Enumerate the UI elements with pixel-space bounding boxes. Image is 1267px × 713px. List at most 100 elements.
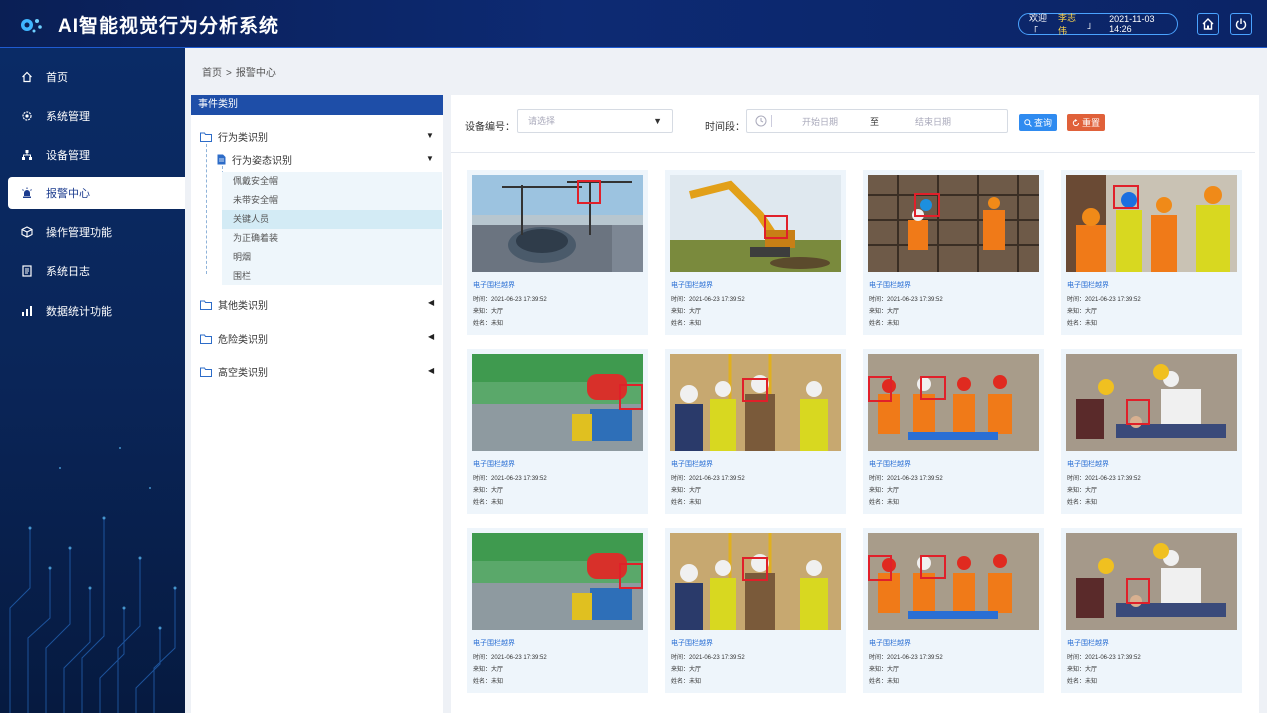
alarm-person: 姓名：未知 xyxy=(473,500,504,506)
alarm-source: 来知：大厅 xyxy=(1067,667,1098,673)
alarm-snapshot-first-aid[interactable] xyxy=(1066,533,1237,630)
alarm-card[interactable]: 电子围栏越界 时间：2021-06-23 17:39:52 来知：大厅 姓名：未… xyxy=(467,170,648,335)
alarm-person: 姓名：未知 xyxy=(473,679,504,685)
alarm-card[interactable]: 电子围栏越界 时间：2021-06-23 17:39:52 来知：大厅 姓名：未… xyxy=(863,170,1044,335)
caret-left-icon[interactable]: ◀ xyxy=(428,332,434,341)
tree-group-label: 行为类识别 xyxy=(218,133,268,144)
alarm-snapshot-mist-cannon[interactable] xyxy=(472,354,643,451)
welcome-prefix: 欢迎「 xyxy=(1029,13,1048,36)
device-label: 设备编号： xyxy=(465,122,515,133)
alarm-card[interactable]: 电子围栏越界 时间：2021-06-23 17:39:52 来知：大厅 姓名：未… xyxy=(1061,528,1242,693)
alarm-snapshot-stretcher-drill[interactable] xyxy=(868,533,1039,630)
nav-label: 设备管理 xyxy=(46,150,90,162)
alarm-title: 电子围栏越界 xyxy=(1067,282,1109,289)
alarm-title: 电子围栏越界 xyxy=(473,640,515,647)
alarm-time: 时间：2021-06-23 17:39:52 xyxy=(1067,476,1141,482)
folder-icon xyxy=(200,334,212,344)
alarm-source: 来知：大厅 xyxy=(1067,309,1098,315)
tree-group-label: 危险类识别 xyxy=(218,335,268,346)
user-name[interactable]: 李志伟 xyxy=(1058,11,1084,37)
alarm-snapshot-first-aid[interactable] xyxy=(1066,354,1237,451)
caret-left-icon[interactable]: ◀ xyxy=(428,366,434,375)
alarm-title: 电子围栏越界 xyxy=(473,282,515,289)
home-button[interactable] xyxy=(1197,13,1219,35)
alarm-source: 来知：大厅 xyxy=(473,488,504,494)
search-icon xyxy=(1024,118,1032,127)
refresh-icon xyxy=(1072,118,1079,126)
alarm-card[interactable]: 电子围栏越界 时间：2021-06-23 17:39:52 来知：大厅 姓名：未… xyxy=(1061,170,1242,335)
alarm-time: 时间：2021-06-23 17:39:52 xyxy=(473,476,547,482)
alarm-time: 时间：2021-06-23 17:39:52 xyxy=(473,655,547,661)
start-date-input[interactable]: 开始日期 xyxy=(802,115,838,128)
divider xyxy=(771,115,772,127)
tree-group-behavior[interactable]: 行为类识别 xyxy=(200,129,268,144)
tree-leaf[interactable]: 明烟 xyxy=(222,248,442,267)
folder-icon xyxy=(200,300,212,310)
tree-group-label: 其他类识别 xyxy=(218,301,268,312)
breadcrumb-home[interactable]: 首页 xyxy=(202,68,222,79)
clock-icon xyxy=(755,115,767,127)
sidebar: 首页 系统管理 设备管理 报警中心 操作管理功能 系统日志 数据统计功能 xyxy=(0,48,185,713)
alarm-title: 电子围栏越界 xyxy=(671,461,713,468)
logout-button[interactable] xyxy=(1230,13,1252,35)
alarm-card[interactable]: 电子围栏越界 时间：2021-06-23 17:39:52 来知：大厅 姓名：未… xyxy=(665,528,846,693)
caret-down-icon[interactable]: ▼ xyxy=(426,154,434,163)
device-select[interactable]: 请选择 ▼ xyxy=(517,109,673,133)
nav-item-alarm-center[interactable]: 报警中心 xyxy=(8,177,185,209)
end-date-input[interactable]: 结束日期 xyxy=(915,115,951,128)
nav-item-statistics[interactable]: 数据统计功能 xyxy=(8,295,185,327)
range-separator: 至 xyxy=(870,116,880,127)
alarm-card[interactable]: 电子围栏越界 时间：2021-06-23 17:39:52 来知：大厅 姓名：未… xyxy=(467,528,648,693)
nav-item-operation-management[interactable]: 操作管理功能 xyxy=(8,216,185,248)
cube-icon xyxy=(20,225,34,239)
alarm-person: 姓名：未知 xyxy=(869,321,900,327)
tree-leaf[interactable]: 未带安全帽 xyxy=(222,191,442,210)
folder-icon xyxy=(200,367,212,377)
alarm-snapshot-stretcher-drill[interactable] xyxy=(868,354,1039,451)
alarm-snapshot-construction-crane[interactable] xyxy=(472,175,643,272)
alarm-snapshot-site-inspection[interactable] xyxy=(670,354,841,451)
reset-button[interactable]: 重置 xyxy=(1067,114,1106,131)
tree-subgroup-posture[interactable]: 行为姿态识别 xyxy=(217,152,292,167)
tree-group-other[interactable]: 其他类识别 xyxy=(200,297,268,312)
alarm-card[interactable]: 电子围栏越界 时间：2021-06-23 17:39:52 来知：大厅 姓名：未… xyxy=(665,170,846,335)
alarm-source: 来知：大厅 xyxy=(869,667,900,673)
alarm-title: 电子围栏越界 xyxy=(671,282,713,289)
tree-leaf[interactable]: 围栏 xyxy=(222,267,442,286)
alarm-card[interactable]: 电子围栏越界 时间：2021-06-23 17:39:52 来知：大厅 姓名：未… xyxy=(467,349,648,514)
tree-leaf-selected[interactable]: 关键人员 xyxy=(222,210,442,229)
alarm-card[interactable]: 电子围栏越界 时间：2021-06-23 17:39:52 来知：大厅 姓名：未… xyxy=(665,349,846,514)
alarm-snapshot-site-inspection[interactable] xyxy=(670,533,841,630)
date-range-picker[interactable]: 开始日期 至 结束日期 xyxy=(746,109,1008,133)
detection-box xyxy=(742,557,768,581)
alarm-source: 来知：大厅 xyxy=(473,309,504,315)
detection-box xyxy=(577,180,601,204)
alarm-card[interactable]: 电子围栏越界 时间：2021-06-23 17:39:52 来知：大厅 姓名：未… xyxy=(1061,349,1242,514)
alarm-icon xyxy=(20,186,34,200)
alarm-snapshot-excavator[interactable] xyxy=(670,175,841,272)
folder-icon xyxy=(200,132,212,142)
nav-item-system-management[interactable]: 系统管理 xyxy=(8,100,185,132)
alarm-snapshot-helmet-workers[interactable] xyxy=(1066,175,1237,272)
alarm-card[interactable]: 电子围栏越界 时间：2021-06-23 17:39:52 来知：大厅 姓名：未… xyxy=(863,528,1044,693)
query-button[interactable]: 查询 xyxy=(1019,114,1058,131)
caret-down-icon[interactable]: ▼ xyxy=(426,131,434,140)
alarm-time: 时间：2021-06-23 17:39:52 xyxy=(473,297,547,303)
alarm-snapshot-rebar-workers[interactable] xyxy=(868,175,1039,272)
tree-group-danger[interactable]: 危险类识别 xyxy=(200,331,268,346)
tree-leaf[interactable]: 佩戴安全帽 xyxy=(222,172,442,191)
nav-item-home[interactable]: 首页 xyxy=(8,61,185,93)
alarm-card[interactable]: 电子围栏越界 时间：2021-06-23 17:39:52 来知：大厅 姓名：未… xyxy=(863,349,1044,514)
nav-item-system-log[interactable]: 系统日志 xyxy=(8,255,185,287)
detection-box xyxy=(914,193,940,217)
device-tree-icon xyxy=(20,148,34,162)
alarm-time: 时间：2021-06-23 17:39:52 xyxy=(1067,655,1141,661)
home-icon xyxy=(20,70,34,84)
alarm-snapshot-mist-cannon[interactable] xyxy=(472,533,643,630)
caret-left-icon[interactable]: ◀ xyxy=(428,298,434,307)
nav-item-device-management[interactable]: 设备管理 xyxy=(8,139,185,171)
alarm-title: 电子围栏越界 xyxy=(473,461,515,468)
alarm-person: 姓名：未知 xyxy=(671,679,702,685)
tree-leaf[interactable]: 为正确着装 xyxy=(222,229,442,248)
tree-group-height[interactable]: 高空类识别 xyxy=(200,364,268,379)
